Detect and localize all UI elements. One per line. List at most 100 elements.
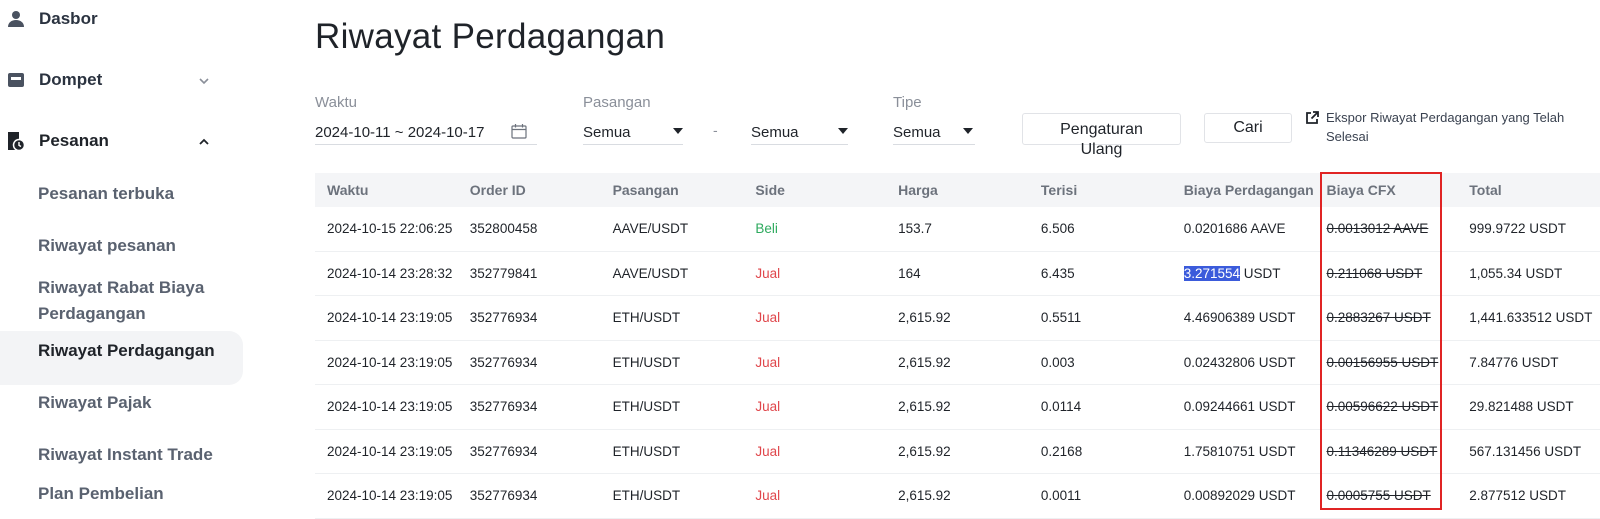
column-header[interactable]: Harga — [886, 182, 1029, 198]
fee-value: 0.09244661 USDT — [1183, 399, 1296, 415]
column-header[interactable]: Pasangan — [601, 182, 744, 198]
chevron-up-icon[interactable] — [198, 136, 210, 148]
cell-pair: AAVE/USDT — [612, 221, 689, 237]
column-header[interactable]: Biaya Perdagangan — [1172, 182, 1315, 198]
type-filter-label: Tipe — [893, 94, 922, 111]
pair-separator: - — [713, 122, 718, 138]
column-header[interactable]: Waktu — [315, 182, 458, 198]
cell-pair: ETH/USDT — [612, 354, 681, 370]
column-header[interactable]: Side — [743, 182, 886, 198]
cell-order-id: 352776934 — [469, 310, 538, 326]
cell-time: 2024-10-14 23:19:05 — [327, 399, 453, 415]
sidebar-item-riwayat-instant-trade[interactable]: Riwayat Instant Trade — [38, 445, 213, 465]
cell-price: 2,615.92 — [898, 488, 951, 504]
date-range-value: 2024-10-11 ~ 2024-10-17 — [315, 123, 485, 141]
wallet-icon — [6, 70, 26, 90]
caret-down-icon — [963, 128, 973, 134]
cell-side: Jual — [755, 399, 781, 415]
cell-filled: 0.5511 — [1040, 310, 1082, 326]
sidebar-item-label: Riwayat pesanan — [38, 236, 176, 255]
cell-trading-fee: 4.46906389 USDT — [1172, 310, 1315, 325]
type-select[interactable]: Semua — [893, 120, 975, 145]
selected-text: 3.271554 — [1183, 265, 1240, 281]
pair-quote-select[interactable]: Semua — [751, 120, 848, 145]
cell-trading-fee: 3.271554 USDT — [1172, 265, 1315, 281]
sidebar-item-plan-pembelian[interactable]: Plan Pembelian — [38, 484, 164, 504]
external-link-icon — [1306, 111, 1319, 124]
cell-filled: 6.506 — [1040, 221, 1075, 237]
reset-button[interactable]: Pengaturan Ulang — [1022, 113, 1181, 158]
cell-total: 567.131456 USDT — [1469, 443, 1582, 459]
fee-value: 1.75810751 USDT — [1183, 443, 1296, 459]
sidebar-item-pesanan-terbuka[interactable]: Pesanan terbuka — [38, 184, 174, 204]
sidebar-item-riwayat-perdagangan[interactable]: Riwayat Perdagangan — [38, 341, 215, 361]
cell-side: Jual — [755, 310, 781, 326]
cell-side: Jual — [755, 443, 781, 459]
sidebar-item-riwayat-rabat[interactable]: Riwayat Rabat Biaya Perdagangan — [38, 275, 228, 327]
cell-order-id: 352776934 — [469, 399, 538, 415]
cell-price: 2,615.92 — [898, 399, 951, 415]
cell-trading-fee: 0.00892029 USDT — [1172, 488, 1315, 503]
type-value: Semua — [893, 123, 941, 141]
date-range-input[interactable]: 2024-10-11 ~ 2024-10-17 — [315, 120, 537, 145]
cell-trading-fee: 0.09244661 USDT — [1172, 399, 1315, 414]
highlight-box-biaya-cfx — [1320, 172, 1442, 510]
fee-value: 0.00892029 USDT — [1183, 488, 1296, 504]
cell-trading-fee: 0.02432806 USDT — [1172, 355, 1315, 370]
cell-filled: 0.0011 — [1040, 488, 1082, 504]
export-link[interactable]: Ekspor Riwayat Perdagangan yang Telah Se… — [1305, 108, 1586, 146]
cell-total: 1,441.633512 USDT — [1469, 310, 1593, 326]
cell-order-id: 352776934 — [469, 488, 538, 504]
cell-time: 2024-10-14 23:19:05 — [327, 443, 453, 459]
cell-order-id: 352800458 — [469, 221, 538, 237]
cell-time: 2024-10-14 23:19:05 — [327, 310, 453, 326]
sidebar-item-label: Pesanan — [39, 131, 109, 150]
search-button[interactable]: Cari — [1204, 113, 1292, 143]
pair-quote-value: Semua — [751, 123, 799, 141]
column-header[interactable]: Terisi — [1029, 182, 1172, 198]
fee-value: 0.02432806 USDT — [1183, 354, 1296, 370]
sidebar-item-label: Riwayat Pajak — [38, 393, 152, 412]
sidebar-item-dasbor[interactable]: Dasbor — [6, 9, 98, 29]
pair-base-value: Semua — [583, 123, 631, 141]
cell-total: 1,055.34 USDT — [1469, 265, 1563, 281]
fee-value: 0.0201686 AAVE — [1183, 221, 1286, 237]
search-button-label: Cari — [1233, 119, 1263, 136]
column-header[interactable]: Order ID — [458, 182, 601, 198]
chevron-down-icon[interactable] — [198, 75, 210, 87]
pair-base-select[interactable]: Semua — [583, 120, 683, 145]
caret-down-icon — [838, 128, 848, 134]
cell-time: 2024-10-14 23:19:05 — [327, 354, 453, 370]
cell-trading-fee: 0.0201686 AAVE — [1172, 221, 1315, 236]
sidebar-item-label: Riwayat Rabat Biaya Perdagangan — [38, 278, 205, 323]
cell-filled: 0.0114 — [1040, 399, 1082, 415]
column-header[interactable]: Total — [1457, 182, 1600, 198]
sidebar-item-riwayat-pajak[interactable]: Riwayat Pajak — [38, 393, 151, 413]
cell-pair: ETH/USDT — [612, 443, 681, 459]
cell-pair: ETH/USDT — [612, 310, 681, 326]
cell-pair: ETH/USDT — [612, 488, 681, 504]
sidebar-item-pesanan[interactable]: Pesanan — [6, 131, 109, 151]
cell-price: 2,615.92 — [898, 443, 951, 459]
cell-price: 2,615.92 — [898, 354, 951, 370]
cell-time: 2024-10-15 22:06:25 — [327, 221, 453, 237]
cell-price: 164 — [898, 265, 921, 281]
cell-order-id: 352776934 — [469, 354, 538, 370]
user-icon — [6, 9, 26, 29]
cell-price: 2,615.92 — [898, 310, 951, 326]
page-title: Riwayat Perdagangan — [315, 17, 666, 56]
cell-side: Beli — [755, 221, 778, 237]
sidebar-item-dompet[interactable]: Dompet — [6, 70, 102, 90]
cell-pair: ETH/USDT — [612, 399, 681, 415]
cell-total: 2.877512 USDT — [1469, 488, 1567, 504]
sidebar-item-label: Riwayat Perdagangan — [38, 341, 215, 360]
fee-value: 4.46906389 USDT — [1183, 310, 1296, 326]
cell-order-id: 352776934 — [469, 443, 538, 459]
time-filter-label: Waktu — [315, 94, 357, 111]
cell-filled: 0.2168 — [1040, 443, 1083, 459]
cell-filled: 0.003 — [1040, 354, 1075, 370]
cell-total: 999.9722 USDT — [1469, 221, 1567, 237]
sidebar-item-label: Riwayat Instant Trade — [38, 445, 213, 464]
sidebar-item-label: Dasbor — [39, 9, 98, 28]
sidebar-item-riwayat-pesanan[interactable]: Riwayat pesanan — [38, 236, 176, 256]
